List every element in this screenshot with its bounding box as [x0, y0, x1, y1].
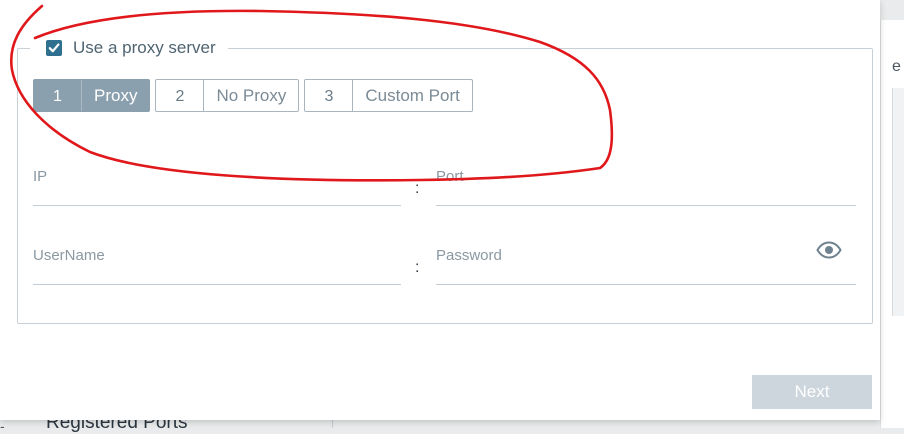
username-field-underline: [33, 284, 401, 285]
next-button[interactable]: Next: [752, 375, 872, 409]
password-field-label: Password: [436, 247, 502, 264]
username-field-label: UserName: [33, 247, 105, 264]
tab-number: 1: [34, 80, 82, 111]
eye-icon[interactable]: [816, 241, 842, 259]
checkmark-icon: [48, 43, 60, 53]
port-field-label: Port: [436, 168, 464, 185]
password-field-underline: [436, 284, 856, 285]
proxy-legend: Use a proxy server: [30, 36, 228, 60]
tab-number: 3: [305, 80, 354, 111]
tab-number: 2: [156, 80, 205, 111]
ip-field-label: IP: [33, 168, 48, 185]
tab-custom-port[interactable]: 3 Custom Port: [304, 79, 473, 112]
proxy-mode-tabs: 1 Proxy 2 No Proxy 3 Custom Port: [33, 79, 473, 112]
use-proxy-checkbox[interactable]: [46, 40, 62, 56]
background-panel-text: e: [892, 58, 901, 75]
tab-no-proxy[interactable]: 2 No Proxy: [155, 79, 300, 112]
tab-label: Proxy: [94, 85, 138, 105]
port-field-underline: [436, 205, 856, 206]
use-proxy-label[interactable]: Use a proxy server: [73, 38, 216, 58]
password-field[interactable]: Password: [436, 247, 856, 285]
ip-field[interactable]: IP: [33, 168, 401, 206]
port-field[interactable]: Port: [436, 168, 856, 206]
ip-port-separator: :: [415, 180, 420, 197]
proxy-settings-dialog: Use a proxy server 1 Proxy 2 No Proxy 3 …: [0, 0, 880, 420]
tab-label: No Proxy: [216, 85, 287, 105]
username-field[interactable]: UserName: [33, 247, 401, 285]
ip-field-underline: [33, 205, 401, 206]
tab-proxy[interactable]: 1 Proxy: [33, 79, 151, 112]
tab-label: Custom Port: [365, 85, 460, 105]
username-password-separator: :: [415, 259, 420, 276]
background-marker: -: [0, 418, 5, 434]
background-scrollbar[interactable]: [892, 88, 904, 316]
